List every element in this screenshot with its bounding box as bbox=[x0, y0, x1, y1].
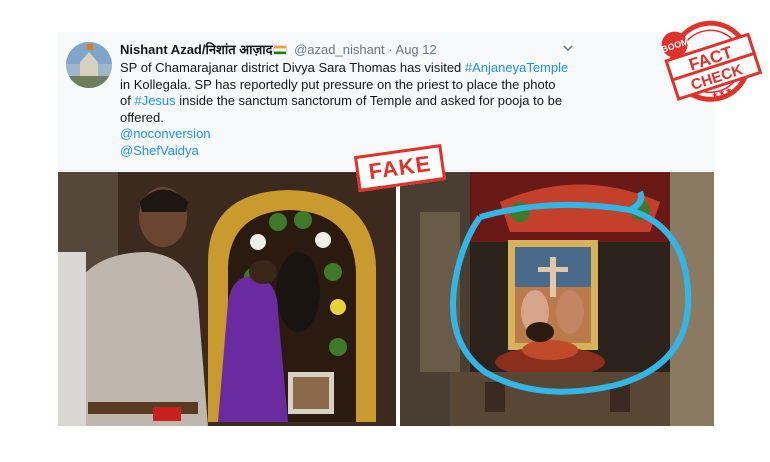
tweet-line: SP of Chamarajanar district Divya Sara T… bbox=[120, 60, 569, 75]
tweet-card: Nishant Azad/निशांत आज़ाद @azad_nishant … bbox=[58, 32, 714, 171]
tweet-header: Nishant Azad/निशांत आज़ाद @azad_nishant … bbox=[120, 42, 437, 58]
hashtag-link[interactable]: #Jesus bbox=[134, 93, 175, 108]
fake-label: FAKE bbox=[367, 150, 433, 185]
photo-left[interactable] bbox=[58, 172, 396, 426]
tweet-date[interactable]: Aug 12 bbox=[396, 42, 437, 57]
handle[interactable]: @azad_nishant bbox=[294, 42, 385, 57]
tweet-text: SP of Chamarajanar district Divya Sara T… bbox=[120, 60, 650, 159]
tweet-line: in Kollegala. SP has reportedly put pres… bbox=[120, 76, 556, 92]
tweet-media bbox=[58, 172, 714, 426]
chevron-down-icon[interactable] bbox=[562, 42, 574, 54]
display-name[interactable]: Nishant Azad/निशांत आज़ाद bbox=[120, 42, 272, 57]
india-flag-icon bbox=[273, 45, 288, 55]
fact-check-stamp: BOOM FACT CHECK ★★★ bbox=[648, 10, 768, 110]
avatar[interactable] bbox=[66, 42, 112, 88]
separator: · bbox=[388, 42, 393, 57]
tweet-line: of #Jesus inside the sanctum sanctorum o… bbox=[120, 93, 563, 108]
mention-link[interactable]: @noconversion bbox=[120, 126, 650, 143]
hashtag-link[interactable]: #AnjaneyaTemple bbox=[465, 60, 568, 75]
tweet-line: offered. bbox=[120, 109, 164, 125]
photo-right[interactable] bbox=[400, 172, 714, 426]
